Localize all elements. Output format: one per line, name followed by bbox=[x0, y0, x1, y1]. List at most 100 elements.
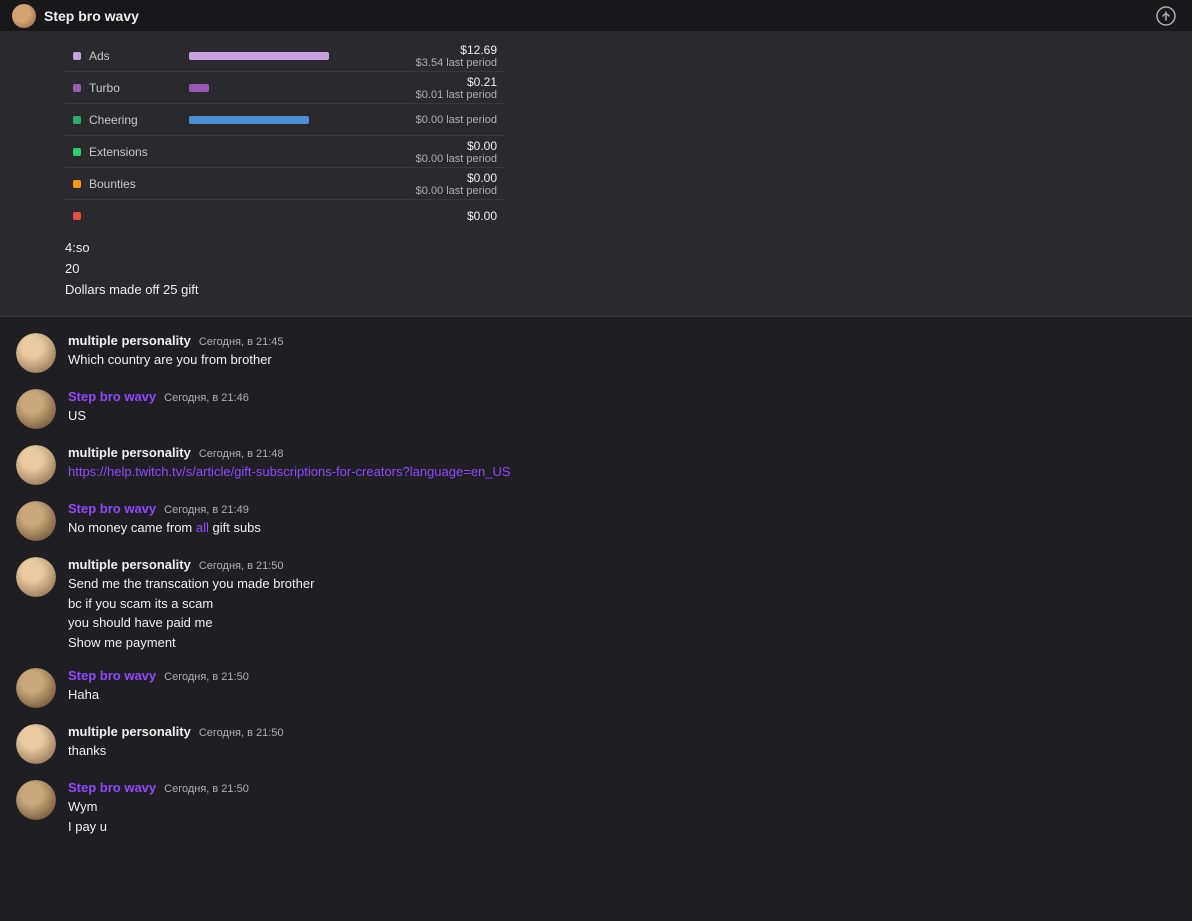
revenue-row: Bounties $0.00 $0.00 last period bbox=[65, 168, 505, 200]
username: Step bro wavy bbox=[68, 389, 156, 404]
username: multiple personality bbox=[68, 557, 191, 572]
message-content: multiple personality Сегодня, в 21:45 Wh… bbox=[68, 333, 1176, 370]
header: Step bro wavy bbox=[0, 0, 1192, 32]
message-group: Step bro wavy Сегодня, в 21:46 US bbox=[0, 381, 1192, 437]
revenue-sub: $0.00 last period bbox=[397, 185, 497, 197]
message-header: Step bro wavy Сегодня, в 21:50 bbox=[68, 668, 1176, 683]
revenue-main: $12.69 bbox=[397, 43, 497, 57]
page-title: Step bro wavy bbox=[44, 8, 139, 24]
message-header: Step bro wavy Сегодня, в 21:50 bbox=[68, 780, 1176, 795]
revenue-values: $12.69 $3.54 last period bbox=[397, 43, 497, 69]
revenue-dot bbox=[73, 52, 81, 60]
message-text: bc if you scam its a scam bbox=[68, 594, 1176, 614]
revenue-main: $0.21 bbox=[397, 75, 497, 89]
avatar bbox=[16, 501, 56, 541]
revenue-label: Extensions bbox=[89, 145, 189, 159]
avatar bbox=[16, 389, 56, 429]
revenue-row: Ads $12.69 $3.54 last period bbox=[65, 40, 505, 72]
revenue-row: $0.00 bbox=[65, 200, 505, 232]
timestamp: Сегодня, в 21:50 bbox=[164, 783, 249, 795]
revenue-label: Bounties bbox=[89, 177, 189, 191]
revenue-dot bbox=[73, 180, 81, 188]
username: Step bro wavy bbox=[68, 780, 156, 795]
message-text: Haha bbox=[68, 685, 1176, 705]
avatar bbox=[16, 445, 56, 485]
message-group: Step bro wavy Сегодня, в 21:50 Haha bbox=[0, 660, 1192, 716]
message-text: thanks bbox=[68, 741, 1176, 761]
timestamp: Сегодня, в 21:48 bbox=[199, 448, 284, 460]
message-content: Step bro wavy Сегодня, в 21:49 No money … bbox=[68, 501, 1176, 538]
message-header: multiple personality Сегодня, в 21:48 bbox=[68, 445, 1176, 460]
timestamp: Сегодня, в 21:50 bbox=[199, 727, 284, 739]
revenue-row: Cheering $0.00 last period bbox=[65, 104, 505, 136]
revenue-sub: $3.54 last period bbox=[397, 57, 497, 69]
revenue-bar-container bbox=[189, 212, 389, 220]
call-icon[interactable] bbox=[1152, 2, 1180, 30]
message-group: multiple personality Сегодня, в 21:45 Wh… bbox=[0, 325, 1192, 381]
avatar-image bbox=[16, 557, 56, 597]
message-content: Step bro wavy Сегодня, в 21:50 WymI pay … bbox=[68, 780, 1176, 836]
revenue-dot bbox=[73, 116, 81, 124]
revenue-dot bbox=[73, 148, 81, 156]
revenue-bar-container bbox=[189, 148, 389, 156]
message-text: US bbox=[68, 406, 1176, 426]
avatar-image bbox=[16, 501, 56, 541]
revenue-table: Ads $12.69 $3.54 last period Turbo $0.21… bbox=[65, 40, 505, 232]
avatar bbox=[16, 668, 56, 708]
revenue-row: Turbo $0.21 $0.01 last period bbox=[65, 72, 505, 104]
message-link[interactable]: https://help.twitch.tv/s/article/gift-su… bbox=[68, 464, 511, 479]
revenue-values: $0.00 $0.00 last period bbox=[397, 139, 497, 165]
message-content: multiple personality Сегодня, в 21:50 Se… bbox=[68, 557, 1176, 652]
revenue-section: Ads $12.69 $3.54 last period Turbo $0.21… bbox=[0, 32, 1192, 317]
revenue-values: $0.00 last period bbox=[397, 114, 497, 126]
revenue-row: Extensions $0.00 $0.00 last period bbox=[65, 136, 505, 168]
timestamp: Сегодня, в 21:46 bbox=[164, 392, 249, 404]
revenue-sub: $0.00 last period bbox=[397, 153, 497, 165]
username: Step bro wavy bbox=[68, 668, 156, 683]
revenue-bar-container bbox=[189, 52, 389, 60]
avatar-image bbox=[16, 333, 56, 373]
revenue-values: $0.00 $0.00 last period bbox=[397, 171, 497, 197]
message-header: Step bro wavy Сегодня, в 21:46 bbox=[68, 389, 1176, 404]
revenue-dot bbox=[73, 212, 81, 220]
message-content: Step bro wavy Сегодня, в 21:50 Haha bbox=[68, 668, 1176, 705]
avatar-image bbox=[16, 780, 56, 820]
message-group: multiple personality Сегодня, в 21:50 th… bbox=[0, 716, 1192, 772]
revenue-bar-container bbox=[189, 180, 389, 188]
revenue-bar bbox=[189, 52, 329, 60]
message-content: multiple personality Сегодня, в 21:48 ht… bbox=[68, 445, 1176, 482]
revenue-bar-container bbox=[189, 84, 389, 92]
message-group: multiple personality Сегодня, в 21:48 ht… bbox=[0, 437, 1192, 493]
revenue-values: $0.00 bbox=[397, 209, 497, 223]
message-text: Which country are you from brother bbox=[68, 350, 1176, 370]
revenue-dot bbox=[73, 84, 81, 92]
avatar-image bbox=[16, 389, 56, 429]
timestamp: Сегодня, в 21:50 bbox=[199, 560, 284, 572]
message-group: multiple personality Сегодня, в 21:50 Se… bbox=[0, 549, 1192, 660]
message-header: multiple personality Сегодня, в 21:50 bbox=[68, 724, 1176, 739]
message-text: https://help.twitch.tv/s/article/gift-su… bbox=[68, 462, 1176, 482]
revenue-main: $0.00 bbox=[397, 171, 497, 185]
message-text: you should have paid me bbox=[68, 613, 1176, 633]
revenue-label: Ads bbox=[89, 49, 189, 63]
message-header: Step bro wavy Сегодня, в 21:49 bbox=[68, 501, 1176, 516]
revenue-label: Turbo bbox=[89, 81, 189, 95]
revenue-values: $0.21 $0.01 last period bbox=[397, 75, 497, 101]
message-text: Show me payment bbox=[68, 633, 1176, 653]
message-group: Step bro wavy Сегодня, в 21:49 No money … bbox=[0, 493, 1192, 549]
revenue-bar bbox=[189, 84, 209, 92]
revenue-bar-container bbox=[189, 116, 389, 124]
stat3: Dollars made off 25 gift bbox=[65, 280, 1184, 301]
username: multiple personality bbox=[68, 445, 191, 460]
message-header: multiple personality Сегодня, в 21:50 bbox=[68, 557, 1176, 572]
message-group: Step bro wavy Сегодня, в 21:50 WymI pay … bbox=[0, 772, 1192, 844]
message-text: Wym bbox=[68, 797, 1176, 817]
message-content: multiple personality Сегодня, в 21:50 th… bbox=[68, 724, 1176, 761]
message-text: I pay u bbox=[68, 817, 1176, 837]
revenue-main: $0.00 bbox=[397, 139, 497, 153]
avatar bbox=[16, 333, 56, 373]
chat-container: multiple personality Сегодня, в 21:45 Wh… bbox=[0, 317, 1192, 852]
message-header: multiple personality Сегодня, в 21:45 bbox=[68, 333, 1176, 348]
username: multiple personality bbox=[68, 333, 191, 348]
message-text: No money came from all gift subs bbox=[68, 518, 1176, 538]
